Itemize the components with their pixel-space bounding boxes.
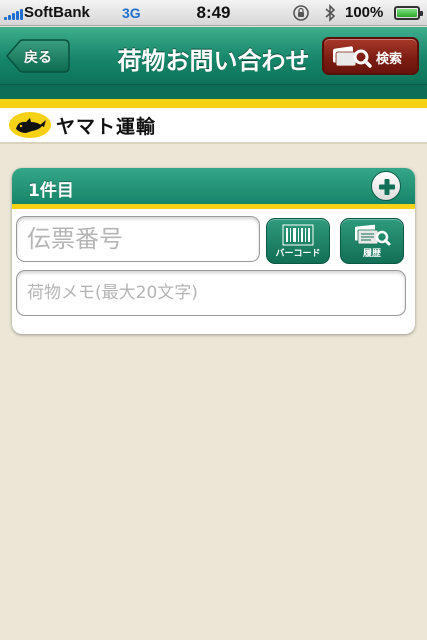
search-icon — [333, 46, 372, 68]
barcode-scan-button[interactable]: バーコード — [266, 218, 330, 264]
tracking-card: 1件目 バーコード — [12, 168, 415, 334]
navigation-bar: 戻る 荷物お問い合わせ 検索 — [0, 27, 427, 85]
header-band — [0, 85, 427, 99]
black-cat-icon — [9, 112, 51, 138]
search-button-label: 検索 — [376, 52, 403, 67]
yamato-logo: ヤマト運輸 — [8, 111, 156, 139]
brand-divider — [0, 142, 427, 144]
add-item-button[interactable] — [371, 171, 401, 201]
card-title: 1件目 — [28, 181, 74, 201]
company-name: ヤマト運輸 — [56, 115, 157, 138]
bluetooth-icon — [325, 4, 336, 22]
history-icon — [355, 224, 391, 246]
barcode-icon — [282, 224, 314, 246]
card-accent-stripe — [12, 204, 415, 209]
rotation-lock-icon — [293, 5, 309, 21]
memo-input[interactable] — [16, 270, 406, 316]
status-bar: SoftBank 3G 8:49 100% — [0, 0, 427, 26]
accent-stripe — [0, 99, 427, 108]
battery-icon — [394, 6, 423, 20]
battery-percentage: 100% — [345, 4, 384, 21]
barcode-button-label: バーコード — [275, 249, 321, 259]
history-button[interactable]: 履歴 — [340, 218, 404, 264]
tracking-number-input[interactable] — [16, 216, 260, 262]
plus-icon — [379, 179, 395, 195]
search-button[interactable]: 検索 — [322, 37, 419, 75]
history-button-label: 履歴 — [362, 249, 381, 259]
card-header: 1件目 — [12, 168, 415, 204]
